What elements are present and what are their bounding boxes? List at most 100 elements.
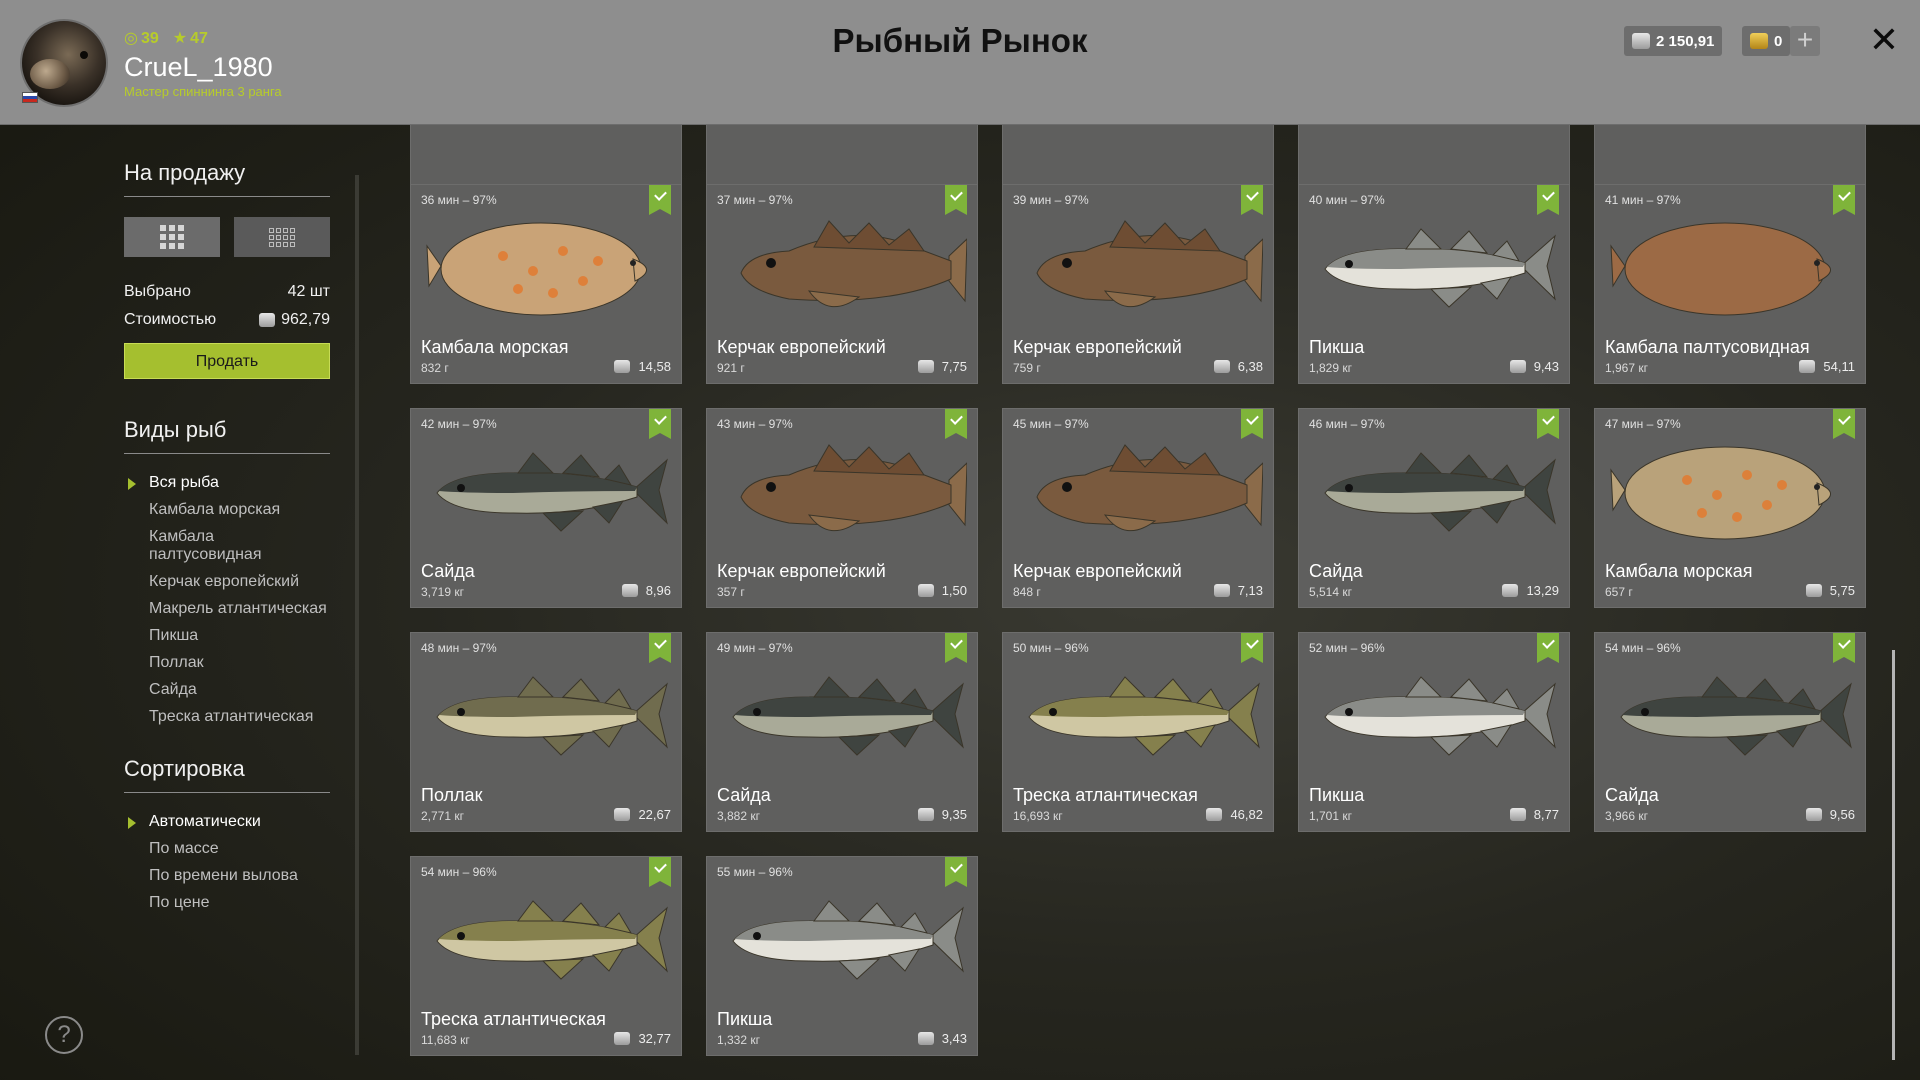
fish-card[interactable]: 54 мин – 96% Треска атлантическая 11,683 … bbox=[410, 856, 682, 1056]
fish-name: Керчак европейский bbox=[1013, 337, 1182, 357]
sort-option-item[interactable]: По цене bbox=[124, 894, 330, 912]
catch-time: 47 мин – 97% bbox=[1605, 417, 1681, 431]
fish-grid: Сайда3,221 кг7,76Макрель атлантическая69… bbox=[410, 125, 1870, 1080]
fish-image bbox=[1311, 435, 1559, 545]
fish-card[interactable]: 36 мин – 97% Камбала морская 832 г 14,58 bbox=[410, 184, 682, 384]
gold-coin-icon bbox=[1750, 33, 1768, 49]
sort-section-title: Сортировка bbox=[124, 756, 330, 793]
fish-image bbox=[1311, 211, 1559, 321]
fish-weight: 1,967 кг bbox=[1605, 361, 1648, 375]
fish-price-value: 8,77 bbox=[1533, 807, 1559, 822]
scrollbar[interactable] bbox=[1892, 650, 1895, 1060]
fish-price: 8,96 bbox=[621, 583, 671, 598]
fish-name: Треска атлантическая bbox=[421, 1009, 606, 1029]
fish-card[interactable]: 50 мин – 96% Треска атлантическая 16,693 … bbox=[1002, 632, 1274, 832]
large-grid-view-button[interactable] bbox=[124, 217, 220, 257]
species-filter-list: Вся рыба Камбала морская Камбала палтусови… bbox=[124, 474, 330, 726]
sort-option-item[interactable]: Автоматически bbox=[124, 813, 330, 831]
add-gold-button[interactable]: + bbox=[1790, 26, 1820, 56]
small-grid-view-button[interactable] bbox=[234, 217, 330, 257]
fish-price: 8,77 bbox=[1509, 807, 1559, 822]
user-rank: Мастер спиннинга 3 ранга bbox=[124, 84, 282, 99]
silver-coin-icon bbox=[1213, 360, 1230, 373]
fish-card[interactable]: 47 мин – 97% Камбала морская 657 г 5,75 bbox=[1594, 408, 1866, 608]
fish-weight: 921 г bbox=[717, 361, 745, 375]
fish-card[interactable]: 49 мин – 97% Сайда 3,882 кг 9,35 bbox=[706, 632, 978, 832]
catch-time: 54 мин – 96% bbox=[1605, 641, 1681, 655]
fish-name: Керчак европейский bbox=[717, 561, 886, 581]
sort-option-item[interactable]: По времени вылова bbox=[124, 867, 330, 885]
fish-image bbox=[1607, 211, 1855, 321]
fish-weight: 657 г bbox=[1605, 585, 1633, 599]
top-bar: ◎ 39 ★ 47 CrueL_1980 Мастер спиннинга 3 ра… bbox=[0, 0, 1920, 125]
fish-card[interactable]: 42 мин – 97% Сайда 3,719 кг 8,96 bbox=[410, 408, 682, 608]
cost-label: Стоимостью bbox=[124, 311, 217, 328]
fish-name: Сайда bbox=[717, 785, 771, 805]
fish-weight: 832 г bbox=[421, 361, 449, 375]
fish-price-value: 9,56 bbox=[1829, 807, 1855, 822]
species-filter-item[interactable]: Сайда bbox=[124, 681, 330, 699]
species-filter-item[interactable]: Камбала палтусовидная bbox=[124, 528, 330, 564]
catch-time: 39 мин – 97% bbox=[1013, 193, 1089, 207]
help-button[interactable]: ? bbox=[45, 1016, 83, 1054]
fish-price-value: 22,67 bbox=[638, 807, 671, 822]
fish-name: Керчак европейский bbox=[1013, 561, 1182, 581]
fish-image bbox=[719, 659, 967, 769]
species-filter-item[interactable]: Керчак европейский bbox=[124, 573, 330, 591]
fish-weight: 357 г bbox=[717, 585, 745, 599]
fish-weight: 16,693 кг bbox=[1013, 809, 1063, 823]
close-button[interactable]: ✕ bbox=[1864, 20, 1904, 60]
fish-weight: 11,683 кг bbox=[421, 1033, 470, 1047]
sale-section-title: На продажу bbox=[124, 160, 330, 197]
fish-name: Камбала морская bbox=[421, 337, 569, 357]
species-filter-item[interactable]: Поллак bbox=[124, 654, 330, 672]
fish-weight: 2,771 кг bbox=[421, 809, 464, 823]
species-filter-item[interactable]: Вся рыба bbox=[124, 474, 330, 492]
selected-label: Выбрано bbox=[124, 283, 191, 300]
gold-balance-value: 0 bbox=[1774, 32, 1783, 50]
fish-card[interactable]: 55 мин – 96% Пикша 1,332 кг 3,43 bbox=[706, 856, 978, 1056]
small-grid-icon bbox=[269, 227, 295, 247]
catch-time: 42 мин – 97% bbox=[421, 417, 497, 431]
fish-image bbox=[423, 211, 671, 321]
stars-stat: ★ 47 bbox=[172, 30, 208, 47]
silver-coin-icon bbox=[621, 584, 638, 597]
fish-weight: 5,514 кг bbox=[1309, 585, 1352, 599]
fish-price: 13,29 bbox=[1502, 583, 1559, 598]
fish-name: Пикша bbox=[717, 1009, 773, 1029]
silver-coin-icon bbox=[917, 1032, 934, 1045]
fish-card[interactable]: 48 мин – 97% Поллак 2,771 кг 22,67 bbox=[410, 632, 682, 832]
fish-card[interactable]: 41 мин – 97% Камбала палтусовидная 1,967 … bbox=[1594, 184, 1866, 384]
selected-count-row: Выбрано 42 шт bbox=[124, 283, 330, 301]
fish-card[interactable]: 43 мин – 97% Керчак европейский 357 г 1,50 bbox=[706, 408, 978, 608]
fish-price-value: 9,43 bbox=[1533, 359, 1559, 374]
fish-price: 14,58 bbox=[614, 359, 671, 374]
fish-price: 1,50 bbox=[917, 583, 967, 598]
sell-button[interactable]: Продать bbox=[124, 343, 330, 379]
species-filter-item[interactable]: Макрель атлантическая bbox=[124, 600, 330, 618]
fish-card[interactable]: 46 мин – 97% Сайда 5,514 кг 13,29 bbox=[1298, 408, 1570, 608]
sort-option-item[interactable]: По массе bbox=[124, 840, 330, 858]
fish-image bbox=[1607, 435, 1855, 545]
catch-time: 50 мин – 96% bbox=[1013, 641, 1089, 655]
species-filter-item[interactable]: Камбала морская bbox=[124, 501, 330, 519]
catch-time: 36 мин – 97% bbox=[421, 193, 497, 207]
fish-price-value: 5,75 bbox=[1829, 583, 1855, 598]
fish-name: Камбала морская bbox=[1605, 561, 1753, 581]
fish-card[interactable]: 52 мин – 96% Пикша 1,701 кг 8,77 bbox=[1298, 632, 1570, 832]
species-filter-item[interactable]: Пикша bbox=[124, 627, 330, 645]
fish-card[interactable]: 40 мин – 97% Пикша 1,829 кг 9,43 bbox=[1298, 184, 1570, 384]
silver-coin-icon bbox=[917, 808, 934, 821]
gold-balance: 0 bbox=[1742, 26, 1791, 56]
fish-card[interactable]: 37 мин – 97% Керчак европейский 921 г 7,75 bbox=[706, 184, 978, 384]
fish-price: 32,77 bbox=[614, 1031, 671, 1046]
fish-price: 5,75 bbox=[1805, 583, 1855, 598]
fish-card[interactable]: 39 мин – 97% Керчак европейский 759 г 6,38 bbox=[1002, 184, 1274, 384]
fish-card[interactable]: 45 мин – 97% Керчак европейский 848 г 7,13 bbox=[1002, 408, 1274, 608]
fish-name: Сайда bbox=[1605, 785, 1659, 805]
species-filter-item[interactable]: Треска атлантическая bbox=[124, 708, 330, 726]
fish-card[interactable]: 54 мин – 96% Сайда 3,966 кг 9,56 bbox=[1594, 632, 1866, 832]
player-stats: ◎ 39 ★ 47 bbox=[124, 28, 208, 48]
fish-image bbox=[1015, 211, 1264, 321]
species-section-title: Виды рыб bbox=[124, 417, 330, 454]
